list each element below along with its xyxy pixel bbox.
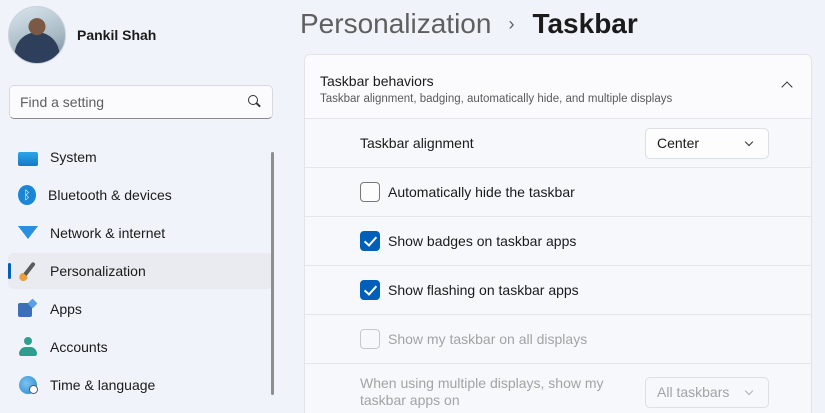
person-icon [18,337,38,357]
chevron-down-icon [744,137,754,146]
badges-label[interactable]: Show badges on taskbar apps [388,233,576,249]
section-header[interactable]: Taskbar behaviors Taskbar alignment, bad… [305,55,811,119]
profile[interactable]: Pankil Shah [8,6,156,64]
sidebar-item-personalization[interactable]: Personalization [8,253,273,289]
sidebar-item-label: Network & internet [50,225,166,241]
taskbar-behaviors-panel: Taskbar behaviors Taskbar alignment, bad… [304,54,812,413]
bluetooth-icon: ᛒ [18,185,36,205]
sidebar-item-label: Bluetooth & devices [48,187,172,203]
section-subtitle: Taskbar alignment, badging, automaticall… [320,93,673,105]
sidebar-item-apps[interactable]: Apps [8,291,273,327]
apps-icon [18,299,38,319]
profile-name: Pankil Shah [77,27,157,43]
page-title: Taskbar [532,8,638,39]
auto-hide-label[interactable]: Automatically hide the taskbar [388,184,575,200]
wifi-icon [18,223,38,243]
sidebar-item-bluetooth[interactable]: ᛒ Bluetooth & devices [8,177,273,213]
multi-display-label: When using multiple displays, show my ta… [360,375,604,408]
auto-hide-checkbox[interactable] [360,182,380,202]
sidebar-item-time-language[interactable]: Time & language [8,367,273,403]
all-displays-checkbox[interactable] [360,329,380,349]
sidebar-item-accounts[interactable]: Accounts [8,329,273,365]
chevron-down-icon [744,386,754,395]
sidebar-item-label: Time & language [50,377,156,393]
all-displays-label: Show my taskbar on all displays [388,331,588,347]
sidebar-item-label: Accounts [50,339,108,355]
search-placeholder: Find a setting [20,94,105,110]
sidebar-item-label: Apps [50,301,82,317]
breadcrumb-separator: › [508,13,515,34]
sidebar-item-label: System [50,149,97,165]
avatar[interactable] [8,6,66,64]
breadcrumb-parent[interactable]: Personalization [300,8,491,40]
alignment-dropdown[interactable]: Center [645,127,769,159]
sidebar-item-system[interactable]: System [8,139,273,175]
setting-row-alignment: Taskbar alignment Center [305,119,811,168]
sidebar: Pankil Shah Find a setting System ᛒ Blue… [0,0,285,413]
sidebar-item-network[interactable]: Network & internet [8,215,273,251]
multi-display-dropdown[interactable]: All taskbars [645,376,769,408]
search-input[interactable]: Find a setting [9,85,273,119]
setting-row-badges: Show badges on taskbar apps [305,217,811,266]
brush-icon [18,261,38,281]
badges-checkbox[interactable] [360,231,380,251]
flashing-checkbox[interactable] [360,280,380,300]
sidebar-item-label: Personalization [50,263,146,279]
alignment-value: Center [657,135,700,151]
sidebar-scrollbar[interactable] [271,152,274,395]
alignment-label: Taskbar alignment [360,135,474,151]
multi-display-value: All taskbars [657,384,730,400]
setting-row-multi-display: When using multiple displays, show my ta… [305,364,811,413]
setting-row-flashing: Show flashing on taskbar apps [305,266,811,315]
setting-row-all-displays: Show my taskbar on all displays [305,315,811,364]
search-icon[interactable] [248,95,262,109]
sidebar-nav: System ᛒ Bluetooth & devices Network & i… [8,139,273,405]
breadcrumb: Personalization › Taskbar [300,4,638,44]
flashing-label[interactable]: Show flashing on taskbar apps [388,282,579,298]
system-icon [18,151,38,166]
section-title: Taskbar behaviors [320,73,434,89]
globe-clock-icon [18,375,38,395]
setting-row-auto-hide: Automatically hide the taskbar [305,168,811,217]
